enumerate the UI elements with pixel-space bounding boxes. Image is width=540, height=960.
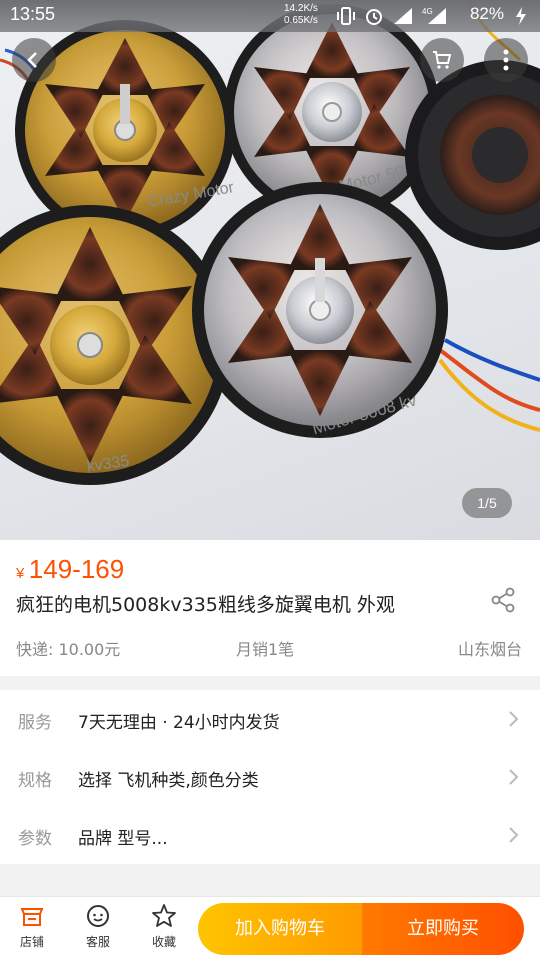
currency-symbol: ¥ <box>16 565 25 582</box>
chevron-left-icon <box>27 52 37 68</box>
cart-icon <box>433 51 452 69</box>
net-down: 0.65K/s <box>284 15 318 26</box>
bottom-action-bar: 店铺 客服 收藏 加入购物车 立即购买 <box>0 896 540 960</box>
4g-signal-icon: 4G <box>422 7 446 24</box>
image-pager: 1/5 <box>462 488 512 518</box>
spec-row-service[interactable]: 服务 7天无理由 · 24小时内发货 <box>0 690 540 748</box>
share-button[interactable] <box>490 586 518 618</box>
charging-icon <box>516 7 526 25</box>
vibrate-icon <box>337 7 355 25</box>
more-vertical-icon <box>503 49 509 71</box>
spec-key: 规格 <box>18 771 52 791</box>
spec-value: 品牌 型号... <box>78 829 168 849</box>
star-icon <box>152 904 176 927</box>
store-label: 店铺 <box>19 935 44 949</box>
spec-key: 参数 <box>18 829 52 849</box>
add-to-cart-button[interactable]: 加入购物车 <box>198 903 362 955</box>
chevron-right-icon <box>509 769 519 785</box>
spec-row-variant[interactable]: 规格 选择 飞机种类,颜色分类 <box>0 748 540 806</box>
more-button[interactable] <box>484 38 528 82</box>
store-icon <box>20 908 44 926</box>
buy-now-button[interactable]: 立即购买 <box>362 903 524 955</box>
spec-value: 选择 飞机种类,颜色分类 <box>78 771 259 791</box>
ship-location: 山东烟台 <box>457 640 522 659</box>
spec-section: 服务 7天无理由 · 24小时内发货 规格 选择 飞机种类,颜色分类 参数 品牌… <box>0 690 540 864</box>
chevron-right-icon <box>509 827 519 843</box>
net-up: 14.2K/s <box>284 3 318 14</box>
favorite-label: 收藏 <box>151 935 176 949</box>
shipping-fee: 快递: 10.00元 <box>16 640 121 659</box>
service-button[interactable]: 客服 <box>70 903 126 950</box>
network-speed: 14.2K/s 0.65K/s <box>284 3 318 27</box>
monthly-sales: 月销1笔 <box>236 640 295 659</box>
share-icon <box>491 587 515 613</box>
product-info: ¥ 149-169 疯狂的电机5008kv335粗线多旋翼电机 外观 快递: 1… <box>0 540 540 676</box>
product-title: 疯狂的电机5008kv335粗线多旋翼电机 外观 <box>16 594 395 616</box>
status-bar: 13:55 14.2K/s 0.65K/s 4G 82% <box>0 0 540 32</box>
back-button[interactable] <box>12 38 56 82</box>
cart-button[interactable] <box>420 38 464 82</box>
spec-row-params[interactable]: 参数 品牌 型号... <box>0 806 540 864</box>
signal-icon <box>394 8 412 24</box>
spec-key: 服务 <box>18 713 52 733</box>
spec-value: 7天无理由 · 24小时内发货 <box>78 713 280 733</box>
battery-level: 82% <box>469 4 504 23</box>
svg-text:4G: 4G <box>422 7 433 16</box>
product-photo: Crazy Motor Crazy Motor 50 kv335 Motor 5… <box>0 0 540 485</box>
customer-service-icon <box>87 905 109 927</box>
store-button[interactable]: 店铺 <box>4 903 60 950</box>
price: ¥ 149-169 <box>16 554 124 585</box>
price-value: 149-169 <box>28 554 125 584</box>
alarm-icon <box>366 9 382 25</box>
status-icons: 4G <box>336 5 448 27</box>
product-image-gallery[interactable]: Crazy Motor Crazy Motor 50 kv335 Motor 5… <box>0 0 540 540</box>
status-time: 13:55 <box>10 4 56 24</box>
favorite-button[interactable]: 收藏 <box>136 903 192 950</box>
chevron-right-icon <box>509 711 519 727</box>
service-label: 客服 <box>85 935 110 949</box>
